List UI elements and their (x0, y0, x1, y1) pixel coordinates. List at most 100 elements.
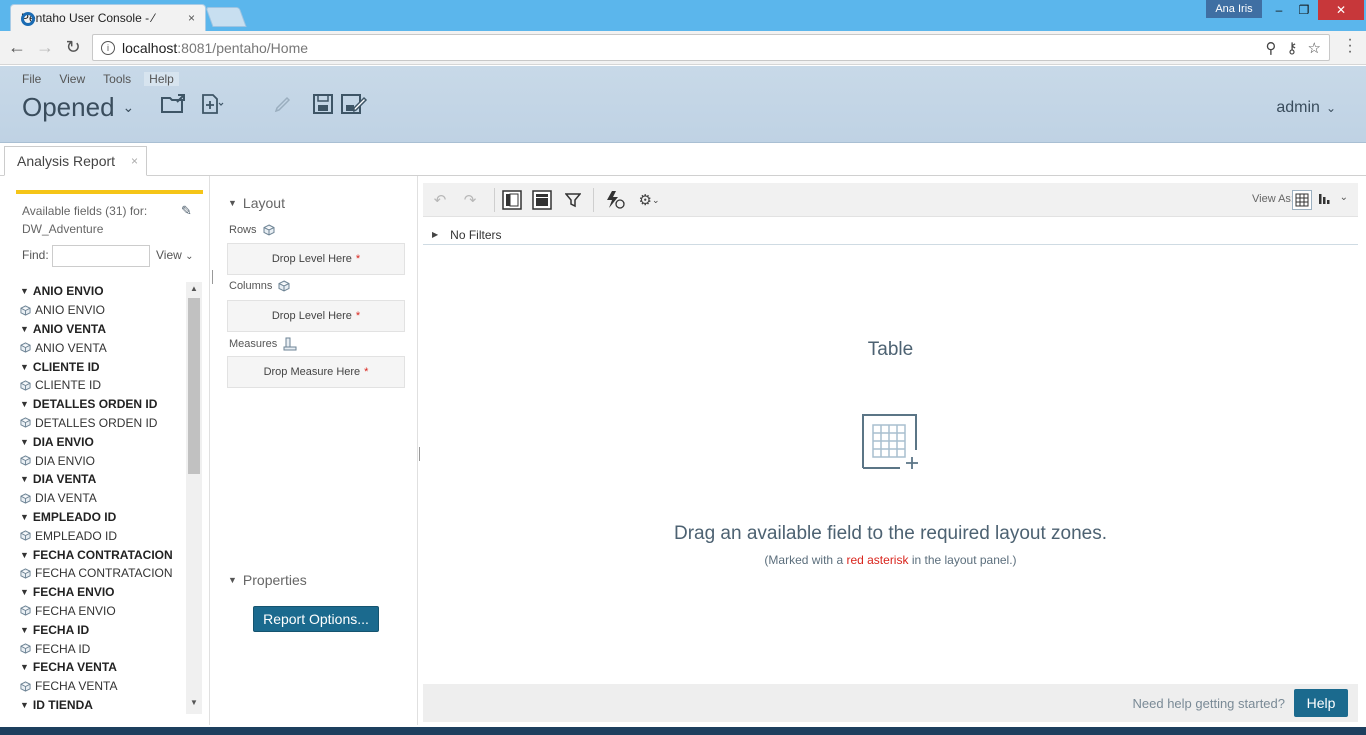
field-group[interactable]: ▼ DETALLES ORDEN ID (20, 395, 186, 414)
view-label: View (156, 248, 182, 262)
browser-tab[interactable]: Pentaho User Console - ⁄ × (10, 4, 206, 31)
field-item[interactable]: CLIENTE ID (20, 376, 186, 395)
menu-file[interactable]: File (22, 72, 41, 86)
menu-help[interactable]: Help (144, 72, 179, 86)
field-group[interactable]: ▼ FECHA ENVIO (20, 583, 186, 602)
menu-tools[interactable]: Tools (103, 72, 131, 86)
chevron-down-icon[interactable]: ⌄ (1340, 192, 1348, 203)
new-tab-button[interactable] (205, 7, 247, 27)
close-window-button[interactable]: ✕ (1318, 0, 1364, 20)
panel-splitter[interactable] (419, 447, 421, 461)
field-group[interactable]: ▼ CLIENTE ID (20, 357, 186, 376)
star-icon[interactable]: ☆ (1308, 39, 1321, 57)
scroll-down-icon[interactable]: ▼ (188, 698, 200, 712)
zoom-icon[interactable]: ⚲ (1266, 39, 1277, 57)
filter-icon[interactable] (562, 190, 584, 210)
forward-icon[interactable]: → (34, 36, 56, 58)
field-group[interactable]: ▼ ANIO ENVIO (20, 282, 186, 301)
save-icon[interactable] (312, 92, 334, 116)
field-item[interactable]: EMPLEADO ID (20, 526, 186, 545)
field-label: ANIO ENVIO (35, 303, 106, 318)
field-group[interactable]: ▼ FECHA VENTA (20, 658, 186, 677)
os-taskbar (0, 727, 1366, 735)
field-item[interactable]: DIA ENVIO (20, 451, 186, 470)
key-icon[interactable]: ⚷ (1287, 39, 1298, 57)
url-field[interactable]: i localhost:8081/pentaho/Home ⚲ ⚷ ☆ (92, 34, 1330, 61)
field-list-scrollbar[interactable]: ▲ ▼ (186, 282, 202, 714)
filter-bar[interactable]: ▶ No Filters (423, 225, 1358, 245)
help-button[interactable]: Help (1294, 689, 1348, 717)
app-header: File View Tools Help Opened ⌄ admin ⌄ (0, 66, 1366, 143)
level-cube-icon (20, 305, 31, 316)
level-cube-icon (20, 380, 31, 391)
find-label: Find: (22, 248, 49, 262)
document-tabs: Analysis Report × (0, 143, 1366, 176)
field-item[interactable]: FECHA ID (20, 639, 186, 658)
layout-section-toggle[interactable]: ▼ Layout (228, 195, 285, 211)
settings-icon[interactable]: ⚙ ⌄ (636, 190, 662, 210)
field-label: CLIENTE ID (35, 378, 102, 393)
rows-label-text: Rows (229, 224, 257, 236)
measures-drop-zone[interactable]: Drop Measure Here * (227, 356, 405, 388)
field-item[interactable]: DIA VENTA (20, 489, 186, 508)
edit-datasource-icon[interactable]: ✎ (181, 203, 192, 219)
level-cube-icon (20, 568, 31, 579)
field-group[interactable]: ▼ DIA VENTA (20, 470, 186, 489)
scroll-thumb[interactable] (188, 298, 200, 474)
level-cube-icon (20, 643, 31, 654)
scroll-up-icon[interactable]: ▲ (188, 284, 200, 298)
open-folder-icon[interactable] (160, 92, 188, 116)
field-item[interactable]: ANIO VENTA (20, 338, 186, 357)
field-group[interactable]: ▼ FECHA ID (20, 620, 186, 639)
field-list-icon[interactable] (531, 190, 553, 210)
find-input[interactable] (52, 245, 150, 267)
columns-drop-zone[interactable]: Drop Level Here * (227, 300, 405, 332)
layout-icon[interactable] (501, 190, 523, 210)
columns-drop-text: Drop Level Here (271, 310, 352, 322)
profile-badge[interactable]: Ana Iris (1206, 0, 1262, 18)
field-item[interactable]: FECHA VENTA (20, 677, 186, 696)
user-menu[interactable]: admin ⌄ (1276, 99, 1336, 117)
available-fields-panel: Available fields (31) for: DW_Adventure … (0, 176, 210, 725)
field-item[interactable]: FECHA CONTRATACION (20, 564, 186, 583)
properties-section-toggle[interactable]: ▼ Properties (228, 572, 307, 588)
field-group[interactable]: ▼ EMPLEADO ID (20, 508, 186, 527)
field-group[interactable]: ▼ DIA ENVIO (20, 432, 186, 451)
pentaho-favicon-icon (21, 12, 35, 26)
tab-close-icon[interactable]: × (188, 11, 195, 25)
refresh-icon[interactable] (604, 190, 626, 210)
opened-label: Opened (22, 92, 115, 122)
chevron-down-icon: ⌄ (185, 251, 194, 262)
field-group[interactable]: ▼ ANIO VENTA (20, 320, 186, 339)
menu-icon[interactable]: · · · (1342, 32, 1358, 60)
close-icon[interactable]: × (131, 154, 138, 168)
level-cube-icon (20, 605, 31, 617)
undo-icon[interactable]: ↶ (429, 190, 451, 210)
reload-icon[interactable]: ↻ (62, 36, 84, 58)
opened-dropdown[interactable]: Opened ⌄ (22, 92, 134, 123)
user-name: admin (1276, 99, 1320, 116)
minimize-button[interactable]: – (1266, 0, 1292, 20)
available-fields-header: Available fields (31) for: DW_Adventure (22, 202, 147, 238)
menu-view[interactable]: View (59, 72, 85, 86)
field-item[interactable]: ANIO ENVIO (20, 301, 186, 320)
chart-view-icon[interactable] (1318, 191, 1332, 208)
report-options-button[interactable]: Report Options... (253, 606, 379, 632)
redo-icon[interactable]: ↷ (459, 190, 481, 210)
rows-drop-zone[interactable]: Drop Level Here * (227, 243, 405, 275)
table-view-icon[interactable] (1292, 190, 1312, 210)
level-cube-icon (20, 455, 31, 466)
field-group[interactable]: ▼ ID TIENDA (20, 696, 186, 712)
new-file-icon[interactable] (200, 92, 226, 116)
field-group[interactable]: ▼ FECHA CONTRATACION (20, 545, 186, 564)
rows-label: Rows (229, 224, 275, 236)
view-dropdown[interactable]: View ⌄ (156, 248, 194, 262)
tab-analysis-report[interactable]: Analysis Report × (4, 146, 147, 176)
back-icon[interactable]: ← (6, 36, 28, 58)
save-as-icon[interactable] (340, 92, 370, 116)
field-item[interactable]: FECHA ENVIO (20, 602, 186, 621)
caret-down-icon: ▼ (20, 624, 29, 635)
info-icon[interactable]: i (101, 40, 115, 55)
maximize-button[interactable]: ❐ (1292, 0, 1316, 20)
field-item[interactable]: DETALLES ORDEN ID (20, 414, 186, 433)
